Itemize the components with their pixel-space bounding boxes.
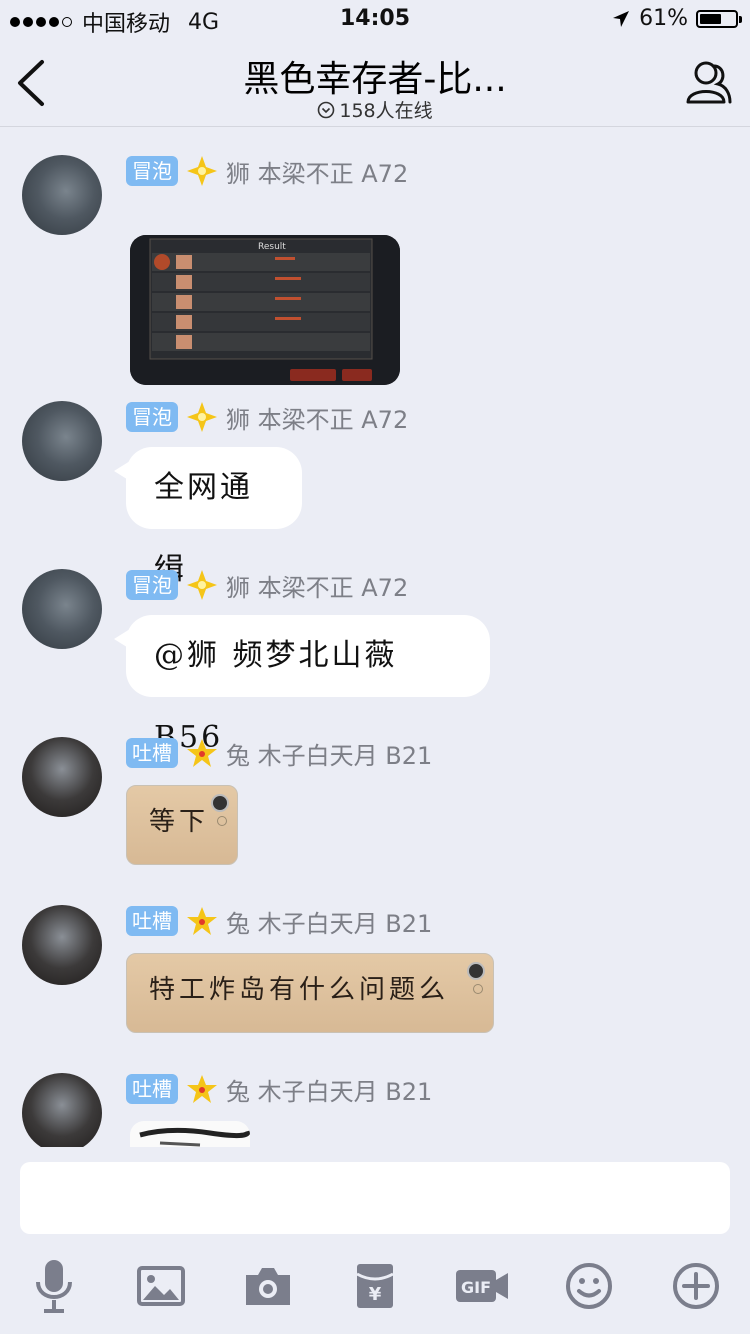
title-badge: 吐槽 (126, 906, 178, 936)
title-badge: 冒泡 (126, 570, 178, 600)
battery-percent: 61% (639, 6, 688, 31)
phone-camera-graphic (467, 962, 485, 980)
partial-image-preview (139, 1127, 250, 1147)
camera-button[interactable] (238, 1256, 298, 1316)
sender-name[interactable]: 狮 本梁不正 A72 (226, 568, 408, 603)
text-bubble[interactable]: 全网通缉 (114, 447, 302, 587)
emoji-button[interactable] (559, 1256, 619, 1316)
online-count[interactable]: 158人在线 (0, 96, 750, 123)
sender-line: 冒泡 狮 本梁不正 A72 (126, 400, 408, 435)
battery-fill (700, 13, 721, 24)
plus-icon (673, 1263, 719, 1309)
gif-icon: GIF (456, 1270, 508, 1302)
sender-line: 吐槽 兔 木子白天月 B21 (126, 736, 432, 771)
image-message[interactable]: Result (130, 235, 400, 385)
sender-name[interactable]: 兔 木子白天月 B21 (226, 904, 432, 939)
title-badge: 冒泡 (126, 156, 178, 186)
title-badge: 冒泡 (126, 402, 178, 432)
message-input[interactable] (20, 1162, 730, 1234)
input-toolbar: ¥ GIF (0, 1248, 750, 1328)
chat-header: 黑色幸存者-比... 158人在线 (0, 40, 750, 127)
sender-name[interactable]: 兔 木子白天月 B21 (226, 736, 432, 771)
emoji-icon (566, 1263, 612, 1309)
battery-icon (696, 9, 742, 28)
svg-text:¥: ¥ (369, 1284, 382, 1305)
avatar[interactable] (22, 737, 102, 817)
star-rank-icon (187, 739, 217, 767)
status-right: 61% (611, 6, 742, 31)
sender-line: 冒泡 狮 本梁不正 A72 (126, 154, 408, 189)
sender-line: 冒泡 狮 本梁不正 A72 (126, 568, 408, 603)
game-result-screenshot: Result (130, 235, 400, 385)
microphone-icon (36, 1260, 72, 1313)
red-packet-button[interactable]: ¥ (345, 1256, 405, 1316)
text-bubble[interactable]: @狮 频梦北山薇 B56 (114, 615, 490, 755)
phone-camera-graphic (211, 794, 229, 812)
image-message[interactable] (130, 1121, 250, 1147)
phone-flash-graphic (473, 984, 483, 994)
sender-name[interactable]: 兔 木子白天月 B21 (226, 1072, 432, 1107)
chevron-down-circle-icon (318, 101, 335, 118)
diamond-rank-icon (187, 570, 217, 600)
people-icon (686, 61, 732, 104)
image-icon (137, 1266, 185, 1306)
sticker-text: 等下 (149, 807, 210, 837)
avatar[interactable] (22, 569, 102, 649)
gif-button[interactable]: GIF (452, 1256, 512, 1316)
star-rank-icon (187, 907, 217, 935)
sticker-message[interactable]: 等下 (126, 785, 238, 865)
title-badge: 吐槽 (126, 738, 178, 768)
svg-text:GIF: GIF (461, 1278, 491, 1297)
photo-button[interactable] (131, 1256, 191, 1316)
more-button[interactable] (666, 1256, 726, 1316)
phone-flash-graphic (217, 816, 227, 826)
result-title: Result (258, 242, 286, 252)
camera-icon (246, 1268, 290, 1305)
sender-name[interactable]: 狮 本梁不正 A72 (226, 154, 408, 189)
page-title[interactable]: 黑色幸存者-比... (0, 50, 750, 102)
red-packet-icon: ¥ (356, 1264, 394, 1308)
voice-button[interactable] (24, 1256, 84, 1316)
sticker-message[interactable]: 特工炸岛有什么问题么 (126, 953, 494, 1033)
sender-name[interactable]: 狮 本梁不正 A72 (226, 400, 408, 435)
avatar[interactable] (22, 155, 102, 235)
message-list[interactable]: 冒泡 狮 本梁不正 A72 Result 冒泡 狮 本梁不正 A72 全网通 冒… (0, 127, 750, 1147)
diamond-rank-icon (187, 156, 217, 186)
title-badge: 吐槽 (126, 1074, 178, 1104)
star-rank-icon (187, 1075, 217, 1103)
diamond-rank-icon (187, 402, 217, 432)
avatar[interactable] (22, 1073, 102, 1147)
group-members-button[interactable] (678, 58, 732, 108)
status-bar: 中国移动 4G 14:05 61% (0, 0, 750, 40)
online-count-label: 158人在线 (339, 100, 433, 122)
avatar[interactable] (22, 905, 102, 985)
avatar[interactable] (22, 401, 102, 481)
sender-line: 吐槽 兔 木子白天月 B21 (126, 904, 432, 939)
sender-line: 吐槽 兔 木子白天月 B21 (126, 1072, 432, 1107)
sticker-text: 特工炸岛有什么问题么 (149, 975, 450, 1005)
location-arrow-icon (613, 10, 630, 27)
